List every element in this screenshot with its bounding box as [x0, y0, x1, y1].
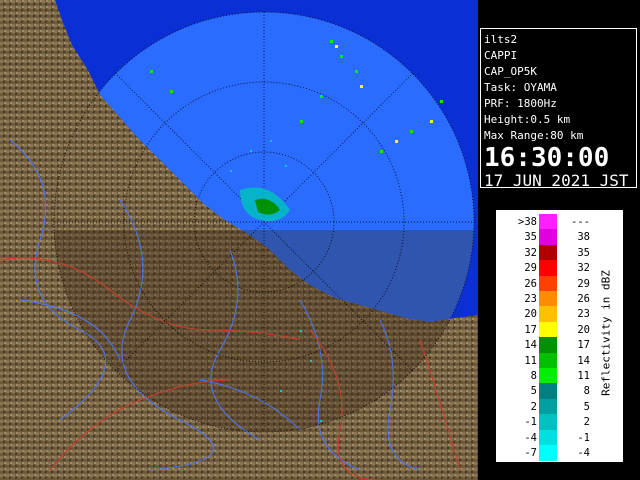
legend-swatch — [539, 398, 557, 415]
legend-high-value: 5 — [583, 400, 590, 413]
scan-date: 17 JUN 2021 JST — [484, 171, 629, 190]
legend-swatch — [539, 445, 557, 461]
legend-high-value: 11 — [577, 370, 590, 382]
legend-high-value: 17 — [577, 339, 590, 352]
legend-swatch — [539, 275, 557, 292]
legend-low-value: 5 — [530, 385, 537, 398]
info-line: Max Range:80 km — [484, 129, 584, 142]
legend-swatch — [539, 368, 557, 384]
legend-swatch — [539, 352, 557, 369]
legend-swatch — [539, 414, 557, 431]
legend-high-value: 32 — [577, 262, 590, 275]
reflectivity-legend: >38 --- 35 38 32 35 29 32 26 29 23 26 20 23 17 20 14 17 11… — [496, 210, 623, 462]
legend-high-value: -4 — [577, 447, 590, 459]
legend-low-value: >38 — [518, 216, 537, 228]
legend-high-value: 14 — [577, 354, 590, 367]
legend-low-value: 35 — [524, 231, 537, 244]
legend-low-value: 32 — [524, 246, 537, 259]
legend-swatch — [539, 291, 557, 307]
legend-swatch — [539, 244, 557, 261]
legend-row: 35 38 — [496, 229, 623, 246]
legend-swatch — [539, 321, 557, 338]
legend-swatch — [539, 337, 557, 354]
legend-low-value: -4 — [524, 431, 537, 444]
legend-high-value: 8 — [583, 385, 590, 398]
legend-swatch — [539, 383, 557, 400]
legend-low-value: 11 — [524, 354, 537, 367]
radar-map[interactable] — [0, 0, 478, 480]
legend-low-value: -1 — [524, 416, 537, 429]
legend-low-value: 8 — [530, 370, 537, 382]
legend-high-value: 38 — [577, 231, 590, 244]
legend-low-value: 23 — [524, 293, 537, 305]
legend-low-value: 2 — [530, 400, 537, 413]
legend-low-value: 26 — [524, 277, 537, 290]
scan-info-panel: ilts2 CAPPI CAP_OP5K Task: OYAMA PRF: 18… — [480, 28, 637, 190]
info-line: PRF: 1800Hz — [484, 97, 557, 110]
legend-high-value: 26 — [577, 293, 590, 305]
info-line: Task: OYAMA — [484, 81, 557, 94]
legend-high-value: --- — [571, 216, 590, 228]
legend-high-value: 2 — [583, 416, 590, 429]
legend-unit-label: Reflectivity in dBZ — [592, 258, 620, 408]
legend-row: -4 -1 — [496, 429, 623, 446]
legend-high-value: 35 — [577, 246, 590, 259]
legend-low-value: 14 — [524, 339, 537, 352]
info-line: CAPPI — [484, 49, 518, 62]
legend-low-value: 29 — [524, 262, 537, 275]
legend-unit-text: Reflectivity in dBZ — [599, 270, 613, 396]
legend-swatch — [539, 229, 557, 246]
legend-high-value: 20 — [577, 323, 590, 336]
legend-high-value: 23 — [577, 308, 590, 321]
legend-swatch — [539, 260, 557, 277]
legend-high-value: -1 — [577, 431, 590, 444]
legend-row: -7 -4 — [496, 445, 623, 461]
legend-row: -1 2 — [496, 414, 623, 431]
legend-low-value: 17 — [524, 323, 537, 336]
info-line: Height:0.5 km — [484, 113, 571, 126]
scan-time: 16:30:00 — [484, 143, 610, 173]
legend-swatch — [539, 429, 557, 446]
legend-row: >38 --- — [496, 214, 623, 230]
info-line: ilts2 — [484, 33, 518, 46]
legend-swatch — [539, 214, 557, 230]
legend-low-value: 20 — [524, 308, 537, 321]
legend-high-value: 29 — [577, 277, 590, 290]
info-line: CAP_OP5K — [484, 65, 537, 78]
legend-low-value: -7 — [524, 447, 537, 459]
legend-swatch — [539, 306, 557, 323]
